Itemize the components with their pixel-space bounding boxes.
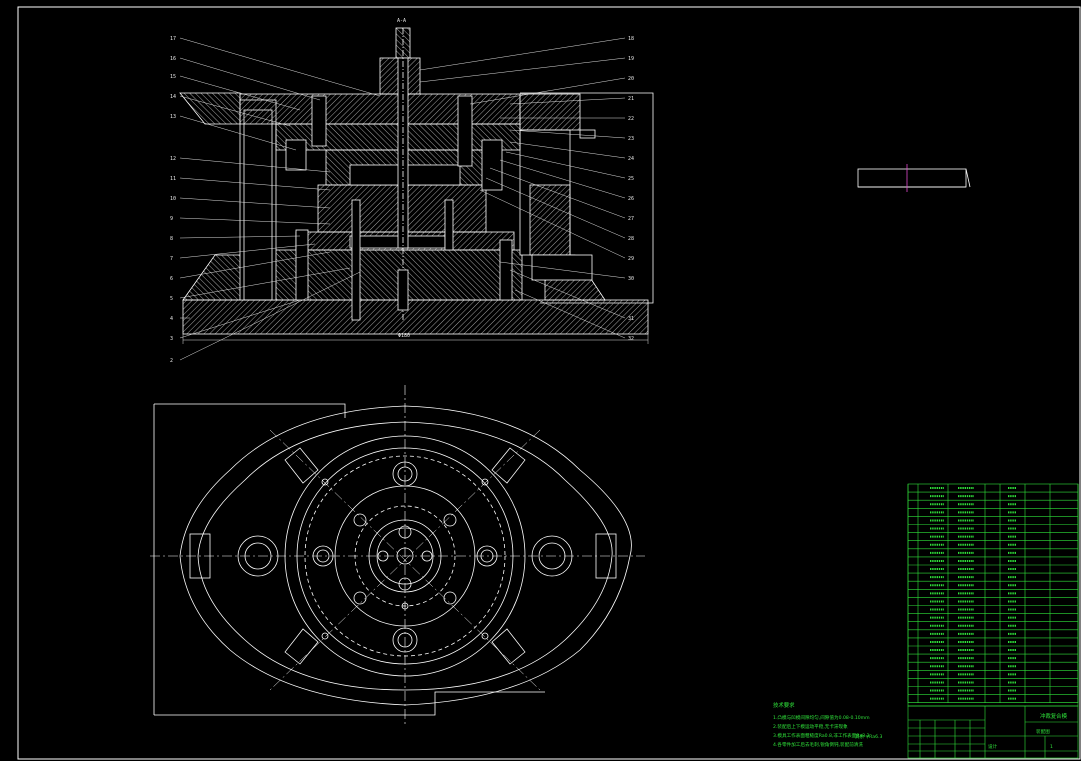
part-labels-left: 17 16 15 14 13 12 11 10 9 8 7 6 5 4 3 2 [170, 36, 176, 364]
part-label: 22 [628, 116, 634, 122]
dimension-label: Φ180 [398, 333, 410, 339]
parts-list-table [907, 483, 1079, 707]
part-label: 21 [628, 96, 634, 102]
part-label: 9 [170, 216, 173, 222]
part-label: 6 [170, 276, 173, 282]
tech-requirement-line: 2.装配后上下模运动平稳,无卡滞现象 [773, 723, 848, 730]
part-label: 26 [628, 196, 634, 202]
section-marker: A-A [397, 18, 406, 24]
section-view [179, 27, 654, 335]
part-label: 18 [628, 36, 634, 42]
part-label: 24 [628, 156, 634, 162]
part-label: 20 [628, 76, 634, 82]
roughness-note: 其余 ▽Ra6.3 [855, 733, 882, 740]
part-label: 11 [170, 176, 176, 182]
part-label: 14 [170, 94, 176, 100]
part-label: 27 [628, 216, 634, 222]
part-label: 2 [170, 358, 173, 364]
part-label: 28 [628, 236, 634, 242]
tech-requirement-line: 4.各零件加工后去毛刺,锐角倒钝,装配前清洗 [773, 741, 863, 748]
cad-drawing-canvas: 17 16 15 14 13 12 11 10 9 8 7 6 5 4 3 2 … [17, 6, 1081, 760]
sheet-number: 1 [1050, 744, 1053, 750]
designer-label: 设计 [988, 743, 998, 750]
part-label: 15 [170, 74, 176, 80]
part-label: 4 [170, 316, 173, 322]
part-label: 8 [170, 236, 173, 242]
tech-requirements: 技术要求 1.凸模与凹模间隙均匀,间隙值为0.08-0.10mm 2.装配后上下… [773, 701, 882, 748]
part-label: 3 [170, 336, 173, 342]
part-label: 12 [170, 156, 176, 162]
part-label: 25 [628, 176, 634, 182]
tech-requirements-title: 技术要求 [773, 701, 795, 709]
part-label: 30 [628, 276, 634, 282]
tech-requirement-line: 1.凸模与凹模间隙均匀,间隙值为0.08-0.10mm [773, 714, 870, 721]
part-label: 23 [628, 136, 634, 142]
part-labels-right: 18 19 20 21 22 23 24 25 26 27 28 29 30 3… [628, 36, 634, 342]
part-label: 10 [170, 196, 176, 202]
part-label: 19 [628, 56, 634, 62]
drawing-type: 装配图 [1036, 728, 1050, 735]
blank-part-view [857, 164, 971, 192]
part-label: 32 [628, 336, 634, 342]
part-label: 31 [628, 316, 634, 322]
drawing-name: 冲裁复合模 [1040, 712, 1068, 720]
plan-view [150, 385, 645, 725]
part-label: 13 [170, 114, 176, 120]
part-label: 17 [170, 36, 176, 42]
part-label: 16 [170, 56, 176, 62]
part-label: 29 [628, 256, 634, 262]
part-label: 5 [170, 296, 173, 302]
parts-list-header [907, 702, 1079, 707]
part-label: 7 [170, 256, 173, 262]
